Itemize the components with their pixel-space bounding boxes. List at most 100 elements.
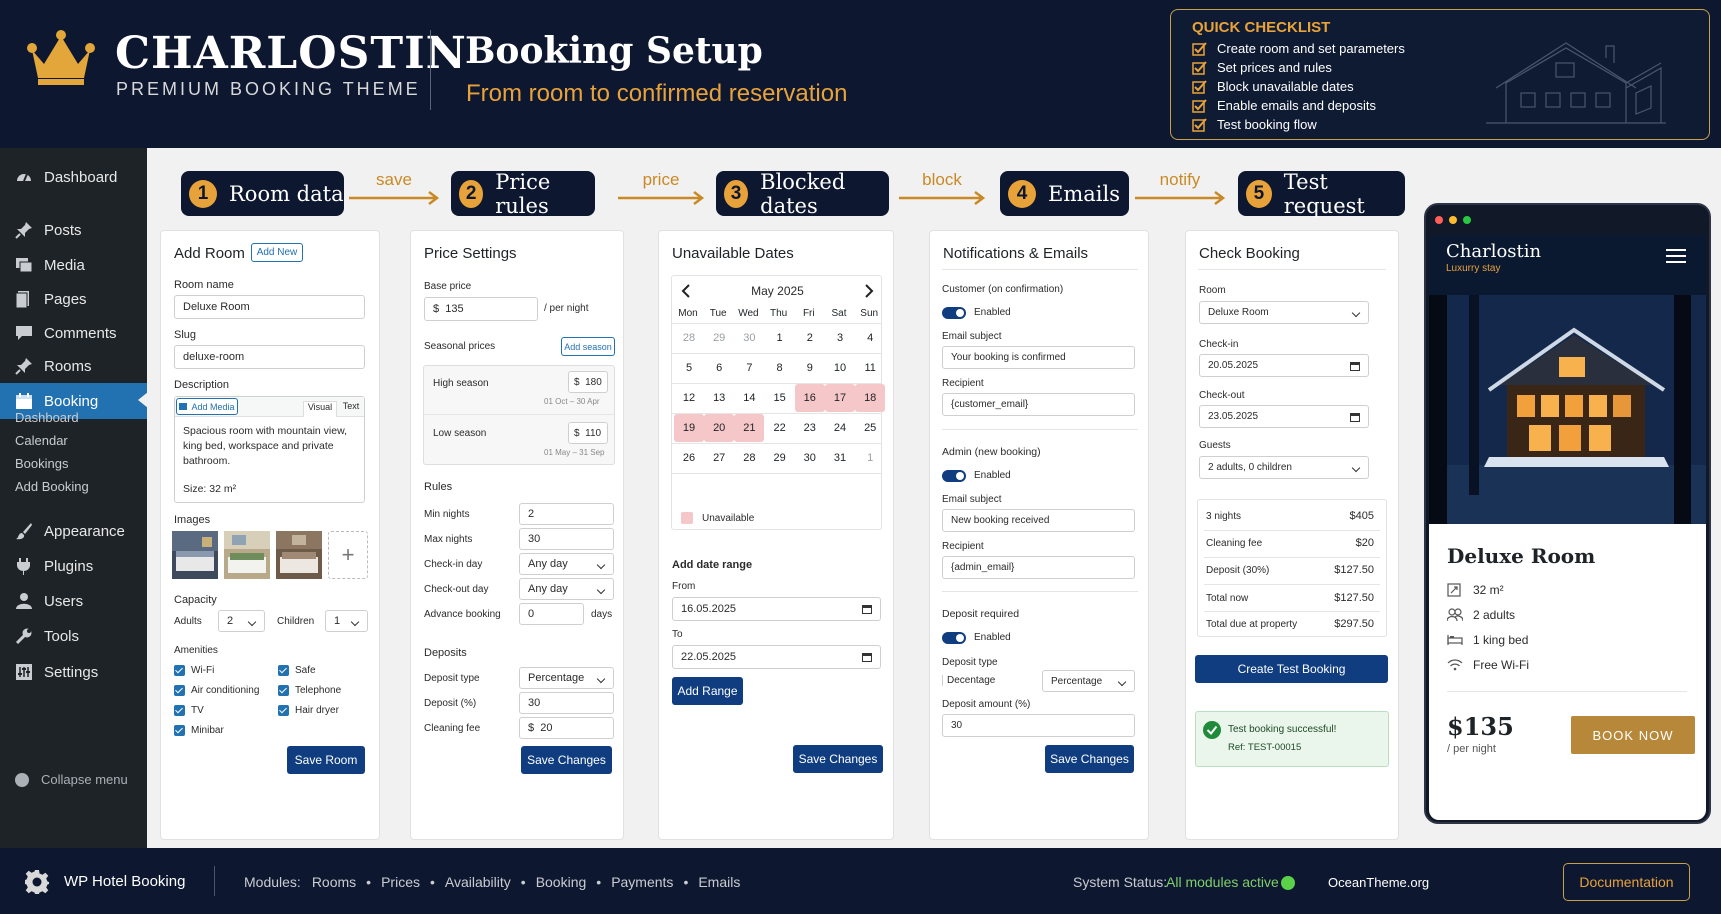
calendar-day[interactable]: 25 xyxy=(855,414,885,442)
base-price-input[interactable]: $ 135 xyxy=(424,297,538,321)
calendar-day-blocked[interactable]: 17 xyxy=(825,384,855,412)
calendar-day[interactable]: 29 xyxy=(765,444,795,472)
deposit-toggle[interactable] xyxy=(942,632,966,644)
calendar-day[interactable]: 14 xyxy=(734,384,764,412)
calendar-day[interactable]: 30 xyxy=(795,444,825,472)
step-room-data[interactable]: 1 Room data xyxy=(181,171,344,216)
save-emails-button[interactable]: Save Changes xyxy=(1045,745,1134,773)
calendar-day[interactable]: 24 xyxy=(825,414,855,442)
calendar-day[interactable]: 12 xyxy=(674,384,704,412)
max-nights-input[interactable]: 30 xyxy=(519,528,614,550)
tab-visual[interactable]: Visual xyxy=(303,401,337,417)
admin-recipient-input[interactable]: {admin_email} xyxy=(942,556,1135,579)
slug-input[interactable]: deluxe-room xyxy=(174,345,365,369)
calendar-day[interactable]: 6 xyxy=(704,354,734,382)
calendar-day[interactable]: 13 xyxy=(704,384,734,412)
admin-email-toggle[interactable] xyxy=(942,470,966,482)
calendar-day[interactable]: 7 xyxy=(734,354,764,382)
customer-recipient-input[interactable]: {customer_email} xyxy=(942,393,1135,416)
sidebar-item-users[interactable]: Users xyxy=(0,584,147,618)
save-prices-button[interactable]: Save Changes xyxy=(521,746,612,774)
calendar-day[interactable]: 27 xyxy=(704,444,734,472)
add-new-button[interactable]: Add New xyxy=(251,243,303,262)
submenu-dashboard[interactable]: Dashboard xyxy=(15,410,79,425)
sidebar-item-posts[interactable]: Posts xyxy=(0,213,147,247)
calendar-day[interactable]: 23 xyxy=(795,414,825,442)
step-price-rules[interactable]: 2 Price rules xyxy=(451,170,595,218)
module-link[interactable]: Emails xyxy=(698,874,740,890)
calendar-day[interactable]: 22 xyxy=(765,414,795,442)
sidebar-item-appearance[interactable]: Appearance xyxy=(0,514,147,548)
calendar-day-blocked[interactable]: 21 xyxy=(734,414,765,442)
save-dates-button[interactable]: Save Changes xyxy=(793,745,883,773)
sidebar-item-dashboard[interactable]: Dashboard xyxy=(0,160,147,194)
room-thumbnail[interactable] xyxy=(224,531,270,579)
customer-subject-input[interactable]: Your booking is confirmed xyxy=(942,346,1135,369)
module-link[interactable]: Booking xyxy=(536,874,587,890)
sidebar-item-tools[interactable]: Tools xyxy=(0,619,147,653)
site-link[interactable]: OceanTheme.org xyxy=(1328,875,1429,890)
add-season-button[interactable]: Add season xyxy=(561,337,615,356)
hamburger-menu-icon[interactable] xyxy=(1666,248,1686,264)
step-emails[interactable]: 4 Emails xyxy=(1000,171,1129,216)
calendar-day[interactable]: 4 xyxy=(855,324,885,352)
adults-select[interactable]: 2 xyxy=(218,610,265,632)
season-price-input[interactable]: $ 180 xyxy=(568,371,608,393)
create-test-booking-button[interactable]: Create Test Booking xyxy=(1195,655,1388,683)
book-now-button[interactable]: BOOK NOW xyxy=(1571,716,1695,754)
documentation-button[interactable]: Documentation xyxy=(1563,863,1690,901)
calendar-icon[interactable] xyxy=(862,604,872,614)
add-image-button[interactable]: + xyxy=(328,531,368,579)
guests-select[interactable]: 2 adults, 0 children xyxy=(1199,456,1369,479)
deposit-type-select[interactable]: Percentage xyxy=(1042,670,1135,692)
advance-booking-input[interactable]: 0 xyxy=(519,603,584,625)
calendar-day[interactable]: 31 xyxy=(825,444,855,472)
sidebar-item-plugins[interactable]: Plugins xyxy=(0,549,147,583)
checkin-day-select[interactable]: Any day xyxy=(519,553,614,575)
children-select[interactable]: 1 xyxy=(325,610,368,632)
calendar-day[interactable]: 9 xyxy=(795,354,825,382)
admin-subject-input[interactable]: New booking received xyxy=(942,509,1135,532)
step-test-request[interactable]: 5 Test request xyxy=(1238,170,1405,218)
calendar-icon[interactable] xyxy=(862,652,872,662)
deposit-type-select[interactable]: Percentage xyxy=(519,667,614,689)
checkout-input[interactable]: 23.05.2025 xyxy=(1199,405,1369,428)
to-date-input[interactable]: 22.05.2025 xyxy=(672,645,881,669)
calendar-day[interactable]: 28 xyxy=(674,324,704,352)
submenu-bookings[interactable]: Bookings xyxy=(15,456,68,471)
calendar-day[interactable]: 5 xyxy=(674,354,704,382)
sidebar-item-media[interactable]: Media xyxy=(0,248,147,282)
from-date-input[interactable]: 16.05.2025 xyxy=(672,597,881,621)
calendar-day[interactable]: 1 xyxy=(855,444,885,472)
checkbox-minibar[interactable] xyxy=(174,725,185,736)
step-blocked-dates[interactable]: 3 Blocked dates xyxy=(716,170,889,218)
calendar-day-blocked[interactable]: 19 xyxy=(674,414,704,442)
checkbox-wifi[interactable] xyxy=(174,665,185,676)
room-name-input[interactable]: Deluxe Room xyxy=(174,295,365,319)
checkbox-hair-dryer[interactable] xyxy=(278,705,289,716)
calendar-day[interactable]: 26 xyxy=(674,444,704,472)
calendar-day-blocked[interactable]: 18 xyxy=(855,384,886,412)
deposit-amount-input[interactable]: 30 xyxy=(942,714,1135,737)
calendar-day[interactable]: 28 xyxy=(734,444,764,472)
checkbox-tv[interactable] xyxy=(174,705,185,716)
calendar-icon[interactable] xyxy=(1350,412,1360,422)
calendar-icon[interactable] xyxy=(1350,361,1360,371)
sidebar-item-comments[interactable]: Comments xyxy=(0,316,147,350)
add-media-button[interactable]: Add Media xyxy=(176,398,238,415)
module-link[interactable]: Rooms xyxy=(312,874,356,890)
calendar-day[interactable]: 29 xyxy=(704,324,734,352)
room-thumbnail[interactable] xyxy=(276,531,322,579)
calendar-day[interactable]: 11 xyxy=(855,354,885,382)
calendar-day[interactable]: 15 xyxy=(765,384,795,412)
chevron-right-icon[interactable] xyxy=(863,284,875,298)
sidebar-item-settings[interactable]: Settings xyxy=(0,655,147,689)
deposit-percent-input[interactable]: 30 xyxy=(519,692,614,714)
calendar-day-blocked[interactable]: 20 xyxy=(704,414,735,442)
checkbox-air-conditioning[interactable] xyxy=(174,685,185,696)
checkbox-telephone[interactable] xyxy=(278,685,289,696)
module-link[interactable]: Availability xyxy=(445,874,511,890)
submenu-calendar[interactable]: Calendar xyxy=(15,433,68,448)
checkout-day-select[interactable]: Any day xyxy=(519,578,614,600)
calendar-day[interactable]: 3 xyxy=(825,324,855,352)
